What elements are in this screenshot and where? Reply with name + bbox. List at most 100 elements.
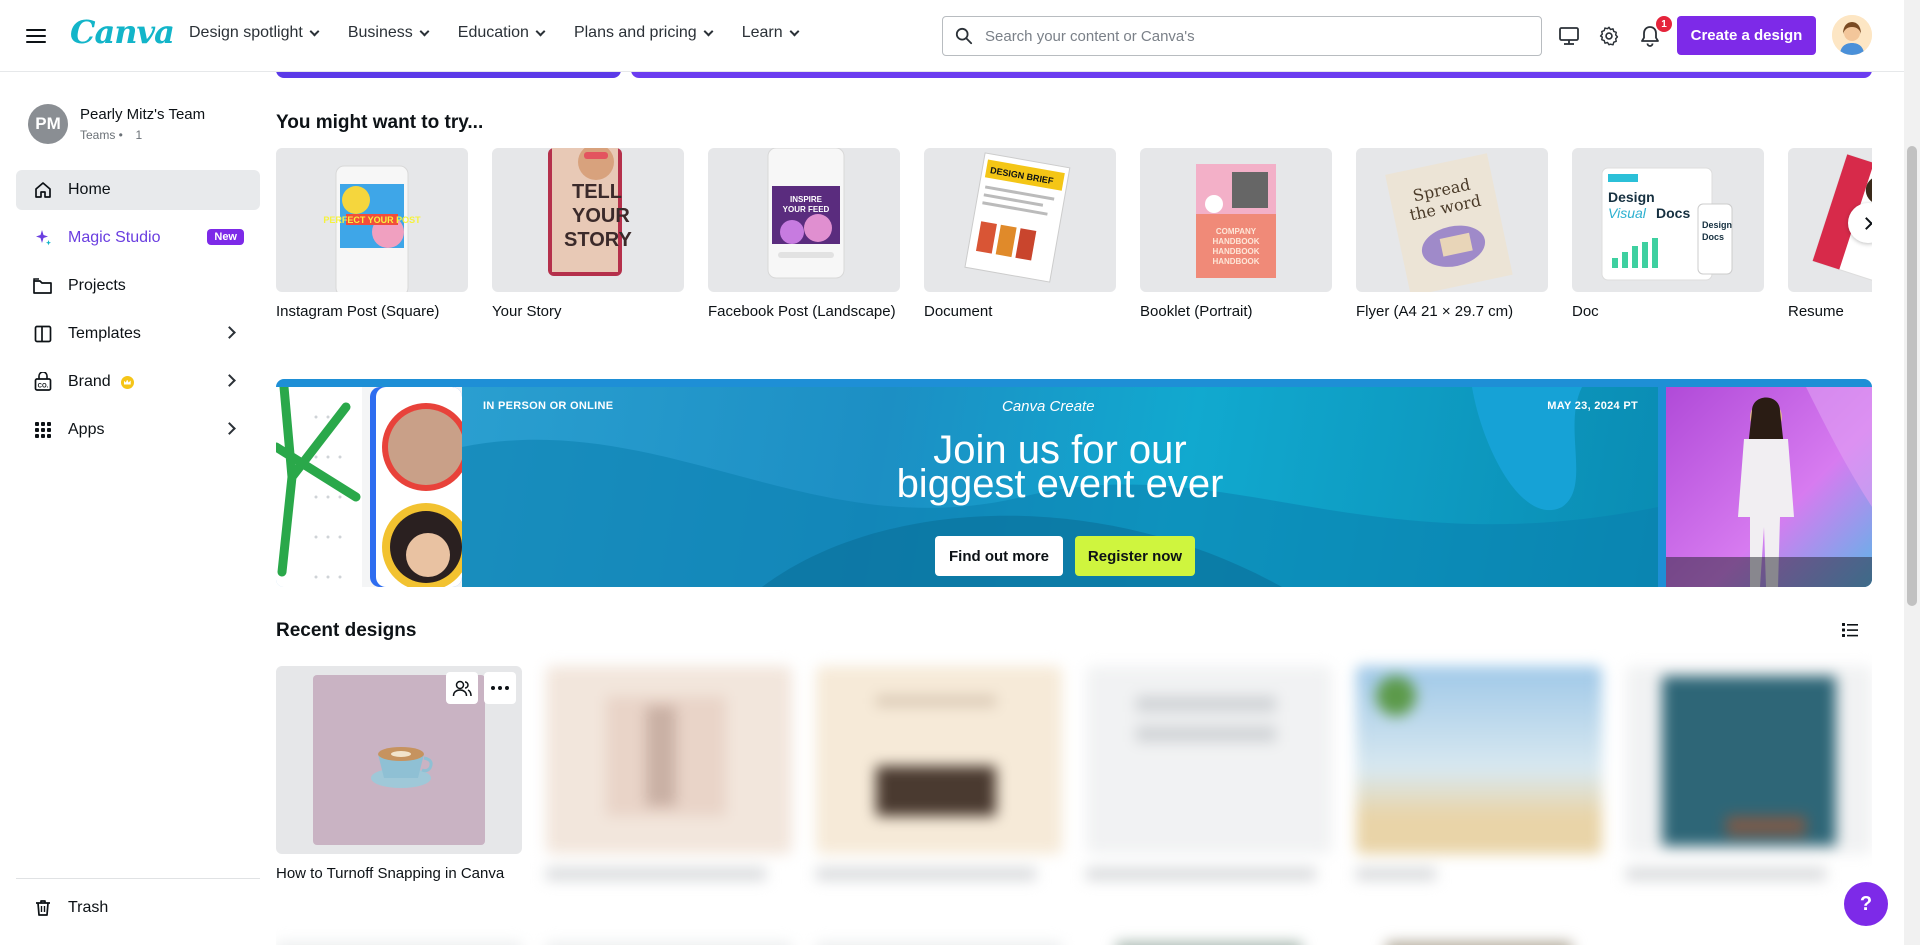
canva-logo[interactable]: Canva [70, 13, 175, 51]
chevron-down-icon [419, 26, 430, 36]
list-view-icon[interactable] [1840, 620, 1864, 644]
thumb-text: Visual [1608, 205, 1647, 221]
more-options-icon[interactable] [484, 672, 516, 704]
sidebar-item-label: Brand [68, 373, 111, 390]
chevron-right-icon [223, 326, 236, 339]
recent-design-card[interactable] [816, 666, 1062, 880]
nav-business[interactable]: Business [347, 24, 430, 42]
search-input[interactable] [985, 27, 1525, 45]
thumb-text: HANDBOOK [1212, 257, 1259, 266]
design-thumbnail [1356, 666, 1602, 854]
nav-label: Plans and pricing [573, 24, 697, 41]
recent-design-card[interactable] [546, 666, 792, 880]
menu-icon[interactable] [26, 25, 46, 47]
brand-icon: CO. [32, 371, 54, 393]
banner-right-panel [1666, 387, 1872, 587]
share-people-icon[interactable] [446, 672, 478, 704]
team-avatar: PM [28, 104, 68, 144]
sparkle-icon [32, 227, 54, 249]
avatar[interactable] [1832, 15, 1872, 55]
design-type-card[interactable]: INSPIRE YOUR FEED Facebook Post (Landscap… [708, 148, 900, 320]
create-design-button[interactable]: Create a design [1677, 16, 1816, 55]
design-type-card[interactable]: Spread the word Flyer (A4 21 × 29.7 cm) [1356, 148, 1548, 320]
design-title: How to Turnoff Snapping in Canva [276, 865, 505, 882]
thumb-text: HANDBOOK [1212, 237, 1259, 246]
banner-tag-right: MAY 23, 2024 PT [1547, 400, 1638, 412]
desktop-app-icon[interactable] [1555, 22, 1583, 50]
sidebar-item-label: Magic Studio [68, 229, 161, 246]
hero-edge [631, 72, 1872, 78]
banner-headline-line: biggest event ever [896, 462, 1224, 506]
main-nav: Design spotlight Business Education Plan… [189, 24, 828, 42]
sidebar-item-home[interactable]: Home [16, 170, 260, 210]
banner-main: IN PERSON OR ONLINE Canva Create MAY 23,… [462, 387, 1658, 587]
sidebar: PM Pearly Mitz's Team Teams • 1 Home Mag… [0, 72, 272, 945]
design-type-card[interactable]: COMPANY HANDBOOK HANDBOOK HANDBOOK Booklet … [1140, 148, 1332, 320]
design-type-card[interactable]: DESIGN BRIEF Document [924, 148, 1116, 320]
templates-icon [32, 323, 54, 345]
find-out-more-button[interactable]: Find out more [935, 536, 1063, 576]
design-type-card[interactable]: TELL YOUR STORY Your Story [492, 148, 684, 320]
recent-design-card[interactable] [1086, 666, 1332, 880]
chevron-down-icon [309, 26, 320, 36]
sidebar-item-label: Templates [68, 325, 141, 342]
thumb-text: Docs [1702, 232, 1724, 242]
banner-tag-left: IN PERSON OR ONLINE [483, 400, 614, 412]
sidebar-item-projects[interactable]: Projects [16, 266, 260, 306]
nav-learn[interactable]: Learn [742, 24, 800, 42]
sidebar-item-apps[interactable]: Apps [16, 410, 260, 450]
chevron-down-icon [789, 26, 800, 36]
canva-create-logo: Canva Create [1002, 398, 1095, 415]
design-type-label: Facebook Post (Landscape) [708, 303, 896, 320]
nav-label: Education [457, 24, 529, 41]
nav-design-spotlight[interactable]: Design spotlight [189, 24, 320, 42]
recent-designs-grid: How to Turnoff Snapping in Canva [276, 666, 1872, 906]
page-scrollbar[interactable] [1904, 0, 1920, 945]
apps-grid-icon [32, 419, 54, 441]
design-type-label: Doc [1572, 303, 1599, 320]
nav-education[interactable]: Education [457, 24, 546, 42]
nav-label: Business [347, 24, 413, 41]
design-thumbnail [1626, 666, 1872, 854]
design-type-card[interactable]: PERFECT YOUR POST Instagram Post (Square… [276, 148, 468, 320]
recent-design-card[interactable]: How to Turnoff Snapping in Canva [276, 666, 522, 882]
design-type-thumbnail: PERFECT YOUR POST [276, 148, 468, 292]
design-type-thumbnail: COMPANY HANDBOOK HANDBOOK HANDBOOK [1140, 148, 1332, 292]
sidebar-item-label: Trash [68, 899, 109, 916]
design-type-thumbnail: INSPIRE YOUR FEED [708, 148, 900, 292]
design-type-label: Flyer (A4 21 × 29.7 cm) [1356, 303, 1514, 320]
sidebar-divider [16, 878, 260, 879]
team-switcher[interactable]: PM Pearly Mitz's Team Teams • 1 [28, 104, 205, 144]
thumb-text: Design [1702, 220, 1732, 230]
thumb-text: INSPIRE [790, 195, 823, 204]
chevron-down-icon [535, 26, 546, 36]
recent-design-card[interactable] [1356, 666, 1602, 880]
thumb-text: TELL [572, 181, 622, 203]
register-now-button[interactable]: Register now [1075, 536, 1195, 576]
top-bar: Canva Design spotlight Business Educatio… [0, 0, 1904, 72]
section-title-recent: Recent designs [276, 620, 417, 641]
thumb-text: PERFECT YOUR POST [323, 215, 421, 225]
design-type-label: Booklet (Portrait) [1140, 303, 1253, 320]
sidebar-item-magic-studio[interactable]: Magic Studio New [16, 218, 260, 258]
sidebar-item-trash[interactable]: Trash [16, 888, 260, 928]
scrollbar-thumb[interactable] [1907, 146, 1917, 606]
nav-plans-pricing[interactable]: Plans and pricing [573, 24, 714, 42]
team-member-count: Teams • 1 [80, 128, 143, 142]
search-icon [955, 27, 973, 45]
help-button[interactable]: ? [1844, 882, 1888, 926]
gear-icon[interactable] [1595, 22, 1623, 50]
banner-left-panel [276, 387, 462, 587]
sidebar-item-brand[interactable]: CO. Brand [16, 362, 260, 402]
thumb-text: Docs [1656, 205, 1690, 221]
thumb-text: COMPANY [1216, 227, 1257, 236]
design-type-card[interactable]: Design Visual Docs Design Docs Doc [1572, 148, 1764, 320]
design-title-placeholder [1626, 868, 1826, 880]
design-title-placeholder [816, 868, 1036, 880]
notification-badge: 1 [1656, 16, 1672, 32]
bell-icon[interactable]: 1 [1636, 16, 1672, 50]
next-row-preview [276, 936, 1872, 945]
new-badge: New [207, 229, 244, 245]
recent-design-card[interactable] [1626, 666, 1872, 880]
sidebar-item-templates[interactable]: Templates [16, 314, 260, 354]
